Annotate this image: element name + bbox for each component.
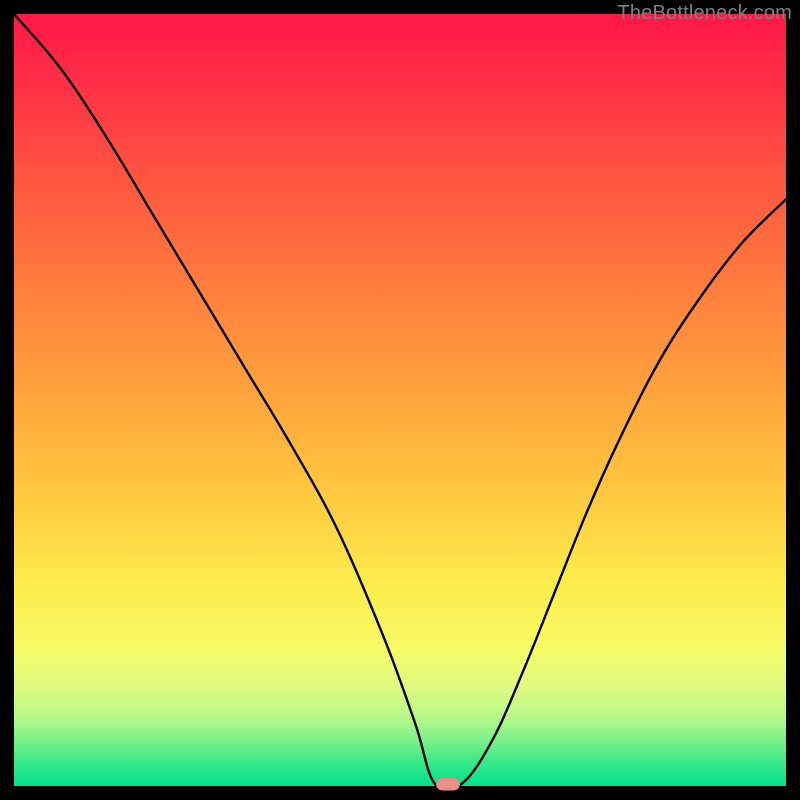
bottleneck-curve [14, 14, 786, 786]
optimal-marker [436, 777, 460, 790]
chart-frame: TheBottleneck.com [0, 0, 800, 800]
plot-area [14, 14, 786, 786]
watermark: TheBottleneck.com [617, 2, 792, 25]
